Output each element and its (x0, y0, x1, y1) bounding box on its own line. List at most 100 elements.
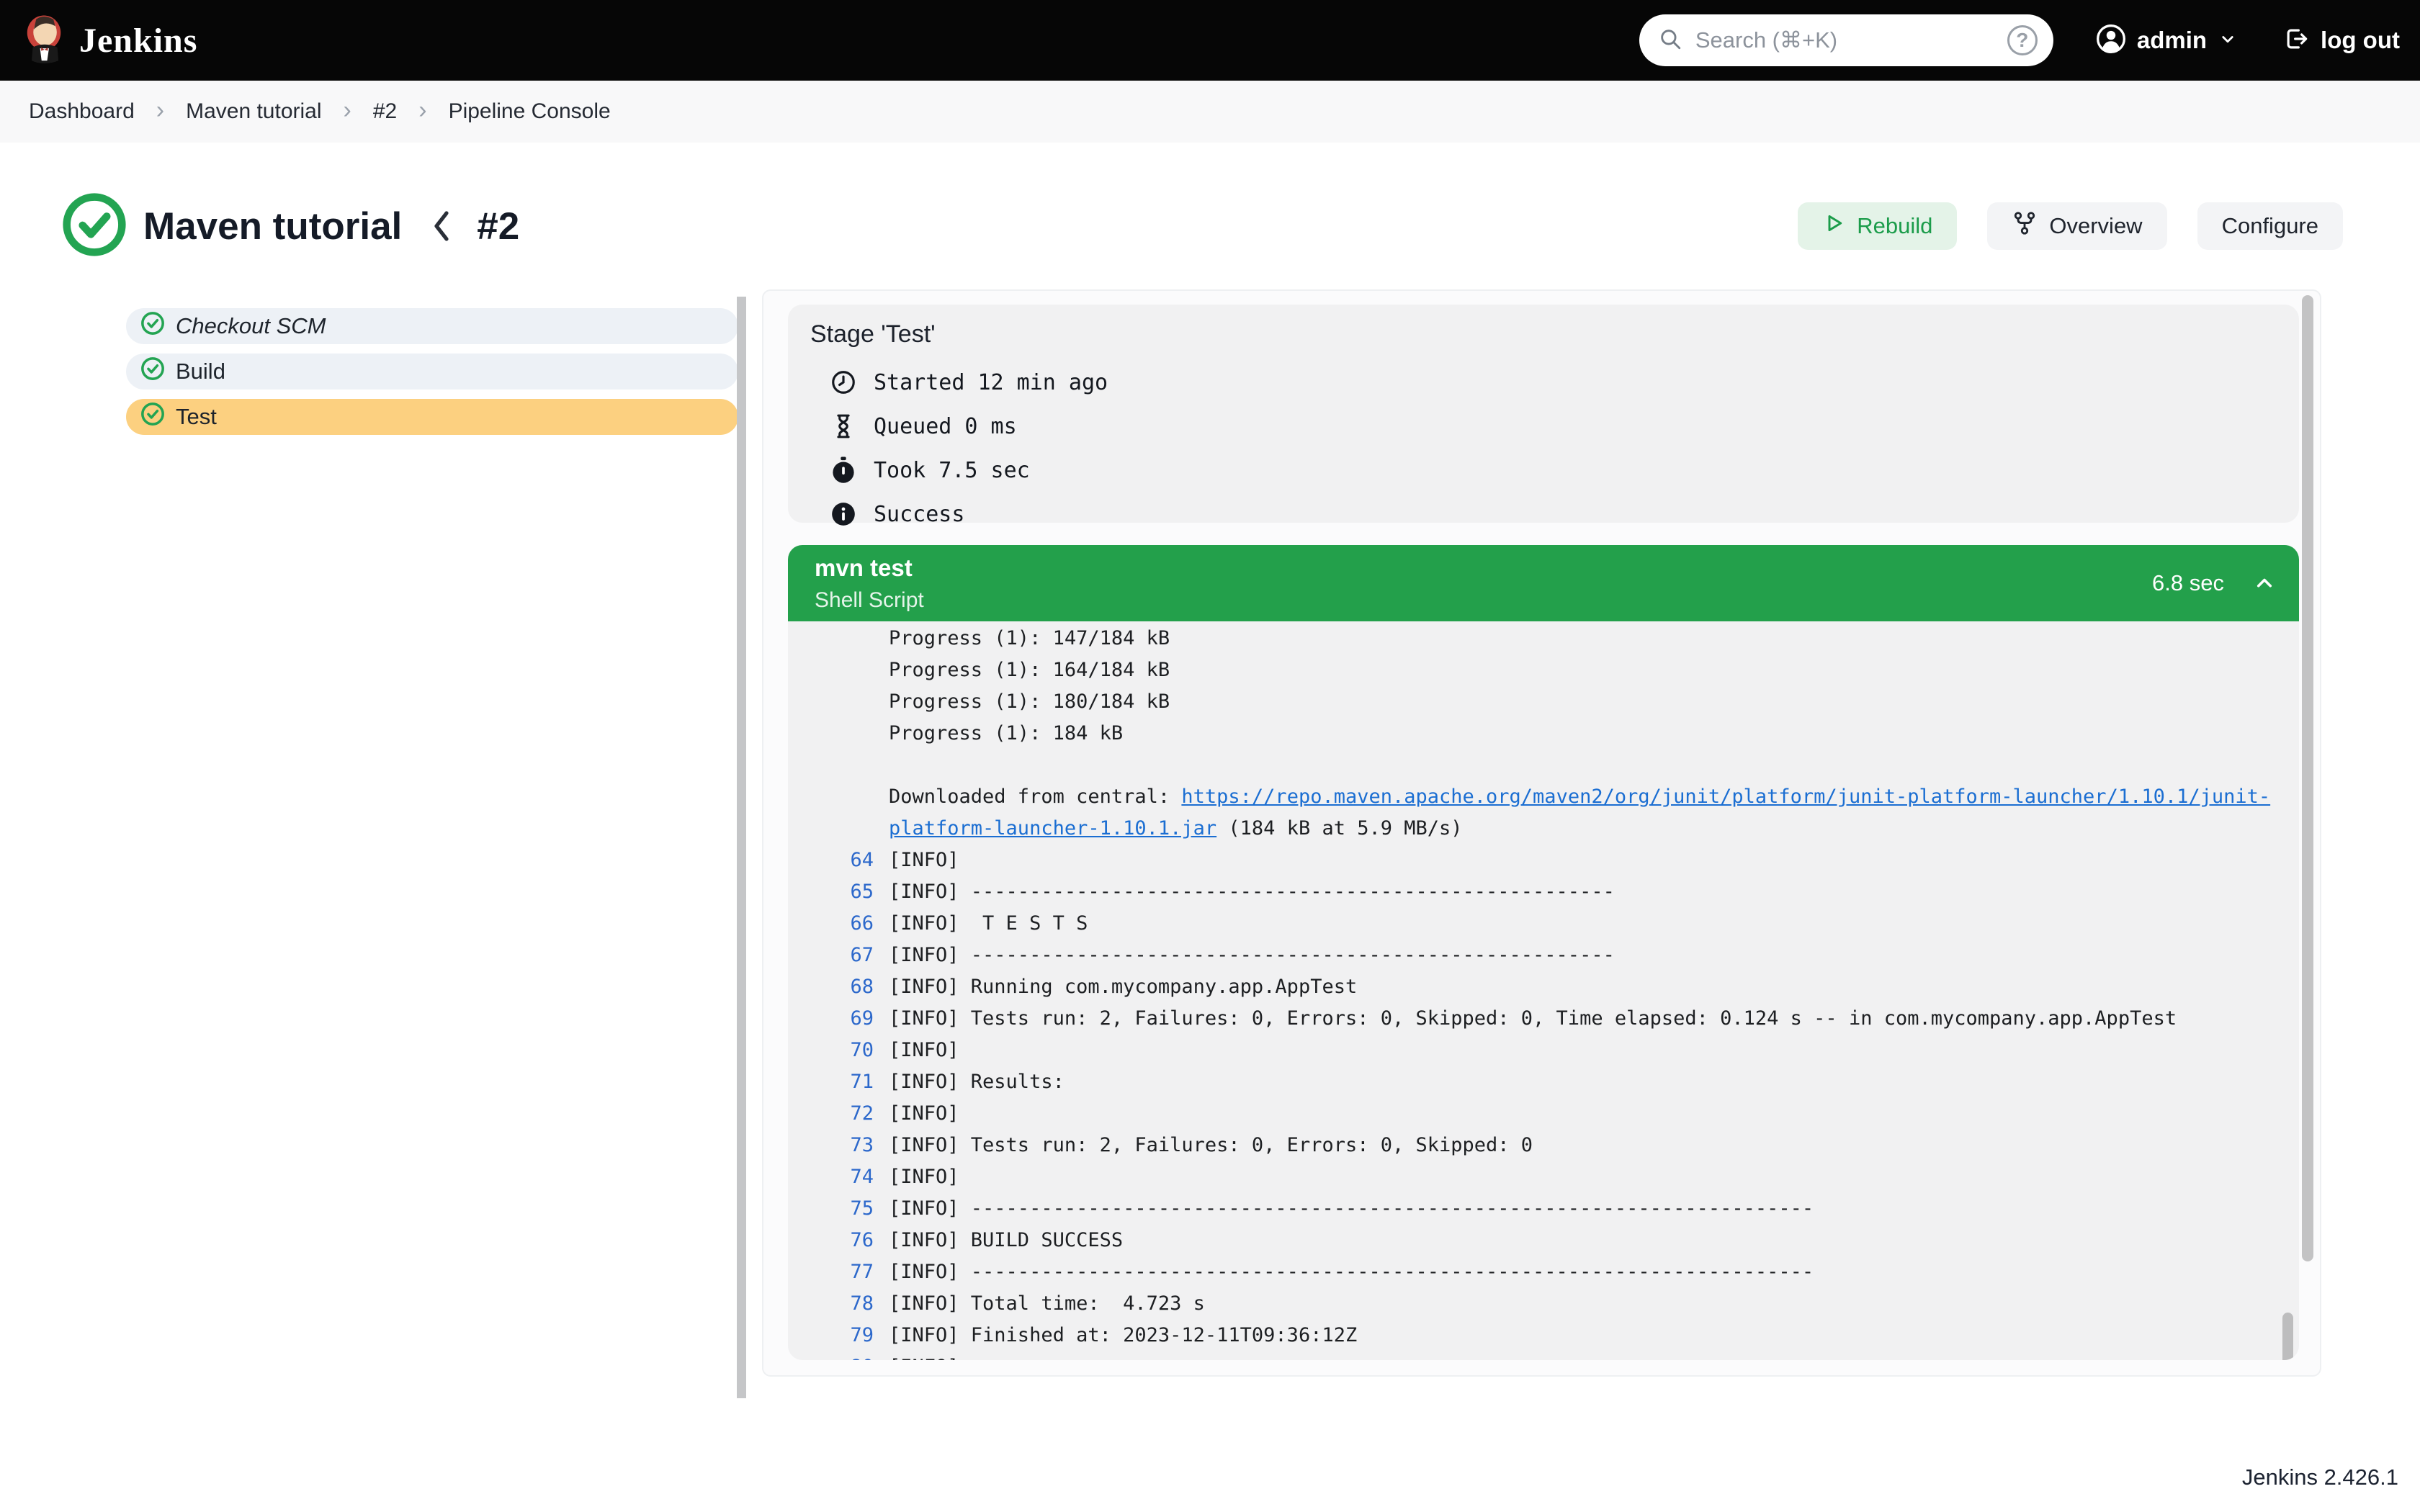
console-line-number (788, 813, 874, 845)
console-line-number[interactable]: 65 (788, 876, 874, 908)
build-number: #2 (477, 204, 519, 248)
user-name: admin (2137, 27, 2207, 54)
console-line-text: Progress (1): 180/184 kB (874, 686, 1170, 718)
console-line: 66 [INFO] T E S T S (788, 908, 2299, 940)
console-line-number[interactable]: 80 (788, 1351, 874, 1360)
stage-label: Checkout SCM (176, 313, 326, 339)
console-line: 79 [INFO] Finished at: 2023-12-11T09:36:1… (788, 1320, 2299, 1351)
breadcrumb-dashboard[interactable]: Dashboard (29, 99, 135, 124)
console-link[interactable]: platform-launcher-1.10.1.jar (889, 817, 1216, 840)
clock-icon (829, 368, 858, 397)
stage-item-build[interactable]: Build (126, 354, 738, 390)
stage-status-text: Success (874, 502, 964, 527)
step-subtitle: Shell Script (815, 588, 2152, 613)
logout-label: log out (2321, 27, 2400, 54)
console-line-text: [INFO] ---------------------------------… (874, 1351, 1814, 1360)
console-text: [INFO] ---------------------------------… (889, 944, 1615, 966)
console-line: 80[INFO] -------------------------------… (788, 1351, 2299, 1360)
console-link[interactable]: https://repo.maven.apache.org/maven2/org… (1181, 786, 2270, 808)
user-menu[interactable]: admin (2095, 23, 2238, 58)
overview-label: Overview (2049, 213, 2142, 239)
console-step-header[interactable]: mvn test Shell Script 6.8 sec (788, 545, 2299, 621)
console-line-number[interactable]: 68 (788, 971, 874, 1003)
console-text: [INFO] BUILD SUCCESS (889, 1229, 1123, 1251)
console-line-number[interactable]: 69 (788, 1003, 874, 1035)
console-line: 74[INFO] (788, 1161, 2299, 1193)
chevron-left-icon[interactable] (428, 207, 457, 245)
jenkins-butler-logo-icon (22, 14, 66, 68)
console-text: [INFO] T E S T S (889, 912, 1088, 935)
console-scrollbar-thumb[interactable] (2282, 1313, 2293, 1360)
stage-list: Checkout SCM Build Test (126, 308, 738, 444)
console-text: [INFO] ---------------------------------… (889, 1197, 1814, 1220)
configure-label: Configure (2222, 213, 2318, 239)
console-line-text: [INFO] Running com.mycompany.app.AppTest (874, 971, 1357, 1003)
console-line-number[interactable]: 74 (788, 1161, 874, 1193)
chevron-down-icon (2217, 28, 2238, 53)
breadcrumb: Dashboard › Maven tutorial › #2 › Pipeli… (0, 81, 2420, 143)
stage-queued-text: Queued 0 ms (874, 414, 1017, 439)
brand-name: Jenkins (79, 21, 197, 60)
pane-scrollbar-thumb[interactable] (2302, 295, 2313, 1261)
console-line: 71[INFO] Results: (788, 1066, 2299, 1098)
console-line-text: [INFO] ---------------------------------… (874, 1256, 1814, 1288)
console-line-text: [INFO] Results: (874, 1066, 1065, 1098)
stage-success-icon (140, 402, 165, 432)
breadcrumb-job[interactable]: Maven tutorial (186, 99, 321, 124)
logout-button[interactable]: log out (2283, 25, 2400, 56)
breadcrumb-pipeline-console[interactable]: Pipeline Console (449, 99, 611, 124)
console-text: [INFO] (889, 1102, 971, 1125)
console-line: 68[INFO] Running com.mycompany.app.AppTe… (788, 971, 2299, 1003)
split-drag-handle[interactable] (737, 297, 746, 1398)
console-line-number[interactable]: 72 (788, 1098, 874, 1130)
console-line: 64[INFO] (788, 845, 2299, 876)
console-line-number[interactable]: 77 (788, 1256, 874, 1288)
search-placeholder: Search (⌘+K) (1695, 27, 1994, 53)
console-line-number[interactable]: 76 (788, 1225, 874, 1256)
console-line-number (788, 781, 874, 813)
console-line: 70[INFO] (788, 1035, 2299, 1066)
console-line-number (788, 686, 874, 718)
console-line-text: Downloaded from central: https://repo.ma… (874, 781, 2270, 813)
console-line: Downloaded from central: https://repo.ma… (788, 781, 2299, 813)
jenkins-home-link[interactable]: Jenkins (22, 14, 197, 68)
console-line-number[interactable]: 64 (788, 845, 874, 876)
console-text: Progress (1): 180/184 kB (889, 690, 1170, 713)
console-text: [INFO] Total time: 4.723 s (889, 1292, 1205, 1315)
console-line-text: [INFO] Total time: 4.723 s (874, 1288, 1205, 1320)
stopwatch-icon (829, 456, 858, 485)
console-line-number (788, 623, 874, 654)
rebuild-button[interactable]: Rebuild (1798, 202, 1957, 250)
search-input[interactable]: Search (⌘+K) ? (1639, 14, 2053, 66)
console-line: Progress (1): 147/184 kB (788, 623, 2299, 654)
play-icon (1822, 212, 1845, 240)
step-title: mvn test (815, 554, 2152, 582)
console-text: Progress (1): 147/184 kB (889, 627, 1170, 649)
page-header: Maven tutorial #2 Rebuild Overview Confi… (61, 186, 2343, 266)
search-help-icon[interactable]: ? (2007, 25, 2038, 55)
console-line-text: [INFO] T E S T S (874, 908, 1088, 940)
console-line-number[interactable]: 73 (788, 1130, 874, 1161)
console-text: [INFO] Finished at: 2023-12-11T09:36:12Z (889, 1324, 1357, 1346)
console-line-text: Progress (1): 184 kB (874, 718, 1123, 750)
console-line-number[interactable]: 79 (788, 1320, 874, 1351)
logout-icon (2283, 25, 2311, 56)
console-line-number[interactable]: 71 (788, 1066, 874, 1098)
console-line-number[interactable]: 66 (788, 908, 874, 940)
console-line-number[interactable]: 78 (788, 1288, 874, 1320)
stage-item-test[interactable]: Test (126, 399, 738, 435)
hourglass-icon (829, 412, 858, 441)
console-line: platform-launcher-1.10.1.jar (184 kB at … (788, 813, 2299, 845)
chevron-up-icon[interactable] (2251, 570, 2277, 596)
stage-took-row: Took 7.5 sec (829, 454, 1030, 486)
console-text: Downloaded from central: (889, 786, 1181, 808)
console-text: (184 kB at 5.9 MB/s) (1216, 817, 1462, 840)
overview-button[interactable]: Overview (1987, 202, 2166, 250)
console-line-number[interactable]: 67 (788, 940, 874, 971)
console-text: [INFO] ---------------------------------… (889, 1261, 1814, 1283)
configure-button[interactable]: Configure (2197, 202, 2343, 250)
console-line-number[interactable]: 75 (788, 1193, 874, 1225)
stage-item-checkout-scm[interactable]: Checkout SCM (126, 308, 738, 344)
console-line-number[interactable]: 70 (788, 1035, 874, 1066)
breadcrumb-build[interactable]: #2 (373, 99, 397, 124)
